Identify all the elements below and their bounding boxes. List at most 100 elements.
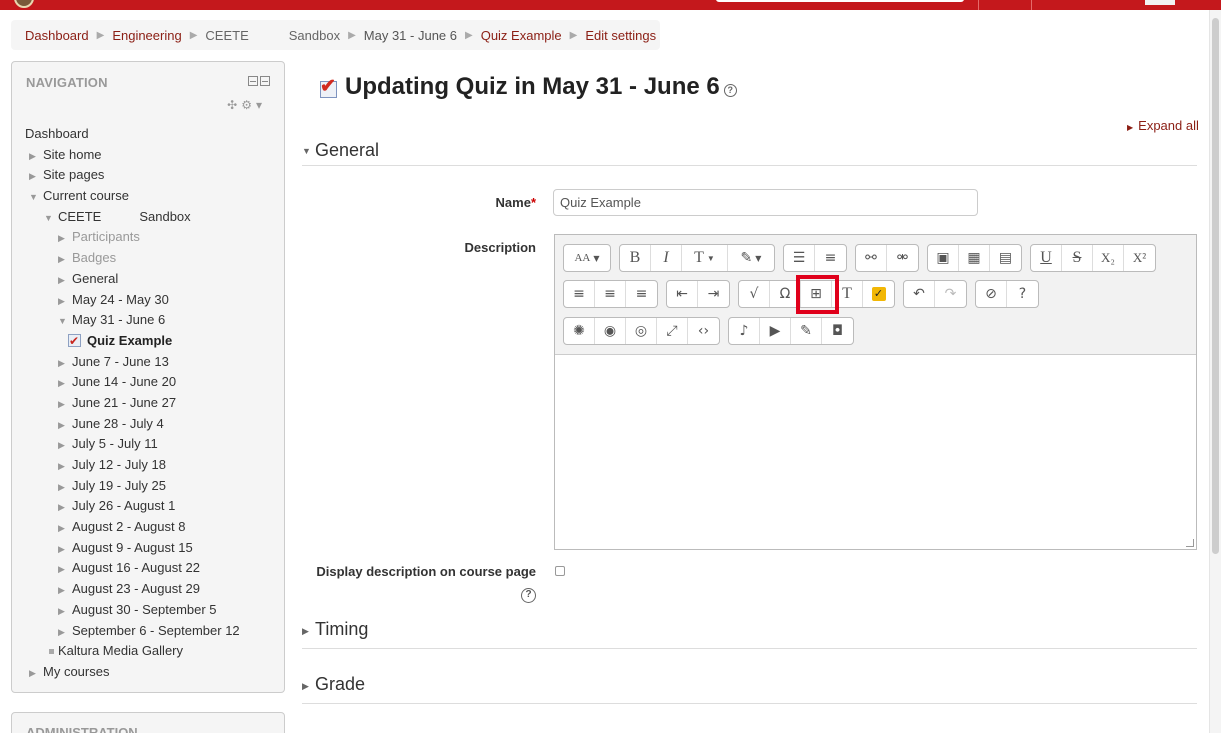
nav-item-label: Site home: [43, 146, 102, 162]
media-icon[interactable]: ▦: [959, 245, 990, 271]
redo-icon[interactable]: ↷: [935, 281, 966, 307]
unlink-icon[interactable]: ⚮: [887, 245, 918, 271]
breadcrumb-section[interactable]: May 31 - June 6: [364, 28, 457, 43]
bullet-list-icon[interactable]: ☰: [784, 245, 815, 271]
superscript-icon[interactable]: X²: [1124, 245, 1155, 271]
equation-icon[interactable]: √: [739, 281, 770, 307]
nav-item-week[interactable]: ▶ August 9 - August 15: [25, 538, 240, 559]
nav-item-badges[interactable]: ▶ Badges: [25, 248, 240, 269]
align-left-icon[interactable]: ≡: [564, 281, 595, 307]
minimize-icon[interactable]: [248, 76, 258, 86]
snapshot-icon[interactable]: ◘: [822, 318, 853, 344]
nav-item-kaltura-media-gallery[interactable]: Kaltura Media Gallery: [25, 641, 240, 662]
nav-item-course[interactable]: ▼ CEETE Sandbox: [25, 207, 240, 228]
nav-item-week[interactable]: ▶ June 7 - June 13: [25, 352, 240, 373]
search-input[interactable]: [716, 0, 964, 2]
image-icon[interactable]: ▣: [928, 245, 959, 271]
breadcrumb-engineering[interactable]: Engineering: [112, 28, 181, 43]
nav-item-week[interactable]: ▶ July 5 - July 11: [25, 434, 240, 455]
nav-item-current-course[interactable]: ▼ Current course: [25, 186, 240, 207]
breadcrumb-dashboard[interactable]: Dashboard: [25, 28, 89, 43]
spellcheck-icon[interactable]: ✺: [564, 318, 595, 344]
subscript-icon[interactable]: X₂: [1093, 245, 1124, 271]
record-video-icon[interactable]: ▶: [760, 318, 791, 344]
expand-arrow-icon: ▶: [58, 564, 65, 575]
section-grade-header[interactable]: ▶ Grade: [302, 674, 1197, 704]
strikethrough-icon[interactable]: S: [1062, 245, 1093, 271]
nav-item-site-home[interactable]: ▶ Site home: [25, 145, 240, 166]
screenreader-helper-icon[interactable]: ?: [1007, 281, 1038, 307]
nav-item-week[interactable]: ▶ July 26 - August 1: [25, 496, 240, 517]
fullscreen-icon[interactable]: ⤢: [657, 318, 688, 344]
html-icon[interactable]: ‹›: [688, 318, 719, 344]
block-controls: [248, 76, 270, 86]
font-size-icon[interactable]: AA ▼: [564, 245, 610, 271]
help-icon[interactable]: ?: [521, 588, 536, 603]
display-description-checkbox[interactable]: [555, 566, 565, 576]
nav-item-site-pages[interactable]: ▶ Site pages: [25, 165, 240, 186]
preview-icon[interactable]: ◎: [626, 318, 657, 344]
nav-item-week[interactable]: ▶ June 21 - June 27: [25, 393, 240, 414]
quiz-icon: [68, 331, 81, 352]
avatar[interactable]: [1145, 0, 1175, 5]
nav-item-week[interactable]: ▶ July 12 - July 18: [25, 455, 240, 476]
name-label-text: Name: [495, 195, 531, 210]
link-icon[interactable]: ⚯: [856, 245, 887, 271]
nav-item-general[interactable]: ▶ General: [25, 269, 240, 290]
nav-item-week[interactable]: ▶ June 28 - July 4: [25, 414, 240, 435]
name-field[interactable]: [553, 189, 978, 216]
undo-icon[interactable]: ↶: [904, 281, 935, 307]
nav-item-my-courses[interactable]: ▶ My courses: [25, 662, 240, 683]
outdent-icon[interactable]: ⇤: [667, 281, 698, 307]
nav-item-week[interactable]: ▶ July 19 - July 25: [25, 476, 240, 497]
toolbar-group: U S X₂ X²: [1030, 244, 1156, 272]
gear-icon[interactable]: ⚙▾: [241, 98, 266, 112]
expand-all-link[interactable]: ▶ Expand all: [1127, 118, 1199, 133]
breadcrumb-quiz[interactable]: Quiz Example: [481, 28, 562, 43]
indent-icon[interactable]: ⇥: [698, 281, 729, 307]
dock-icon[interactable]: [260, 76, 270, 86]
align-center-icon[interactable]: ≡: [595, 281, 626, 307]
breadcrumb-edit-settings[interactable]: Edit settings: [585, 28, 656, 43]
align-right-icon[interactable]: ≡: [626, 281, 657, 307]
editor-content-area[interactable]: [555, 355, 1196, 549]
nav-item-week[interactable]: ▶ August 30 - September 5: [25, 600, 240, 621]
nav-item-quiz-example[interactable]: Quiz Example: [25, 331, 240, 352]
nav-item-week[interactable]: ▶ August 2 - August 8: [25, 517, 240, 538]
record-audio-icon[interactable]: ♪: [729, 318, 760, 344]
section-timing-label: Timing: [315, 619, 369, 639]
nav-item-week[interactable]: ▶ September 6 - September 12: [25, 621, 240, 642]
nav-item-week[interactable]: ▶ June 14 - June 20: [25, 372, 240, 393]
italic-icon[interactable]: I: [651, 245, 682, 271]
nav-item-week[interactable]: ▶ August 16 - August 22: [25, 558, 240, 579]
manage-files-icon[interactable]: ▤: [990, 245, 1021, 271]
section-timing-header[interactable]: ▶ Timing: [302, 619, 1197, 649]
resize-handle[interactable]: [1186, 539, 1194, 547]
accessibility-checker-icon[interactable]: ⊘: [976, 281, 1007, 307]
nav-item-participants[interactable]: ▶ Participants: [25, 227, 240, 248]
nav-item-week-current[interactable]: ▼ May 31 - June 6: [25, 310, 240, 331]
site-logo[interactable]: [14, 0, 34, 8]
nav-item-week[interactable]: ▶ May 24 - May 30: [25, 290, 240, 311]
scrollbar-thumb[interactable]: [1212, 18, 1219, 554]
move-icon[interactable]: ✣: [227, 98, 241, 112]
page-scrollbar[interactable]: [1209, 10, 1221, 733]
nav-item-label: Sandbox: [139, 208, 191, 224]
bold-icon[interactable]: B: [620, 245, 651, 271]
text-style-icon[interactable]: T ▼: [682, 245, 728, 271]
nav-item-week[interactable]: ▶ August 23 - August 29: [25, 579, 240, 600]
expand-arrow-icon: ▶: [58, 461, 65, 471]
eye-icon[interactable]: ◉: [595, 318, 626, 344]
nav-item-label: Participants: [72, 229, 140, 245]
navigation-tree: Dashboard ▶ Site home ▶ Site pages ▼ Curren…: [25, 124, 240, 683]
underline-icon[interactable]: U: [1031, 245, 1062, 271]
kaltura-icon[interactable]: ✓: [863, 281, 894, 307]
expand-arrow-icon: ▶: [58, 543, 65, 554]
numbered-list-icon[interactable]: ≡: [815, 245, 846, 271]
section-general-header[interactable]: ▼ General: [302, 140, 1197, 166]
draw-icon[interactable]: ✎: [791, 318, 822, 344]
text-color-icon[interactable]: ✎ ▼: [728, 245, 774, 271]
nav-item-dashboard[interactable]: Dashboard: [25, 124, 240, 145]
breadcrumb-course[interactable]: CEETE Sandbox: [205, 28, 340, 43]
help-icon[interactable]: ?: [723, 83, 737, 97]
